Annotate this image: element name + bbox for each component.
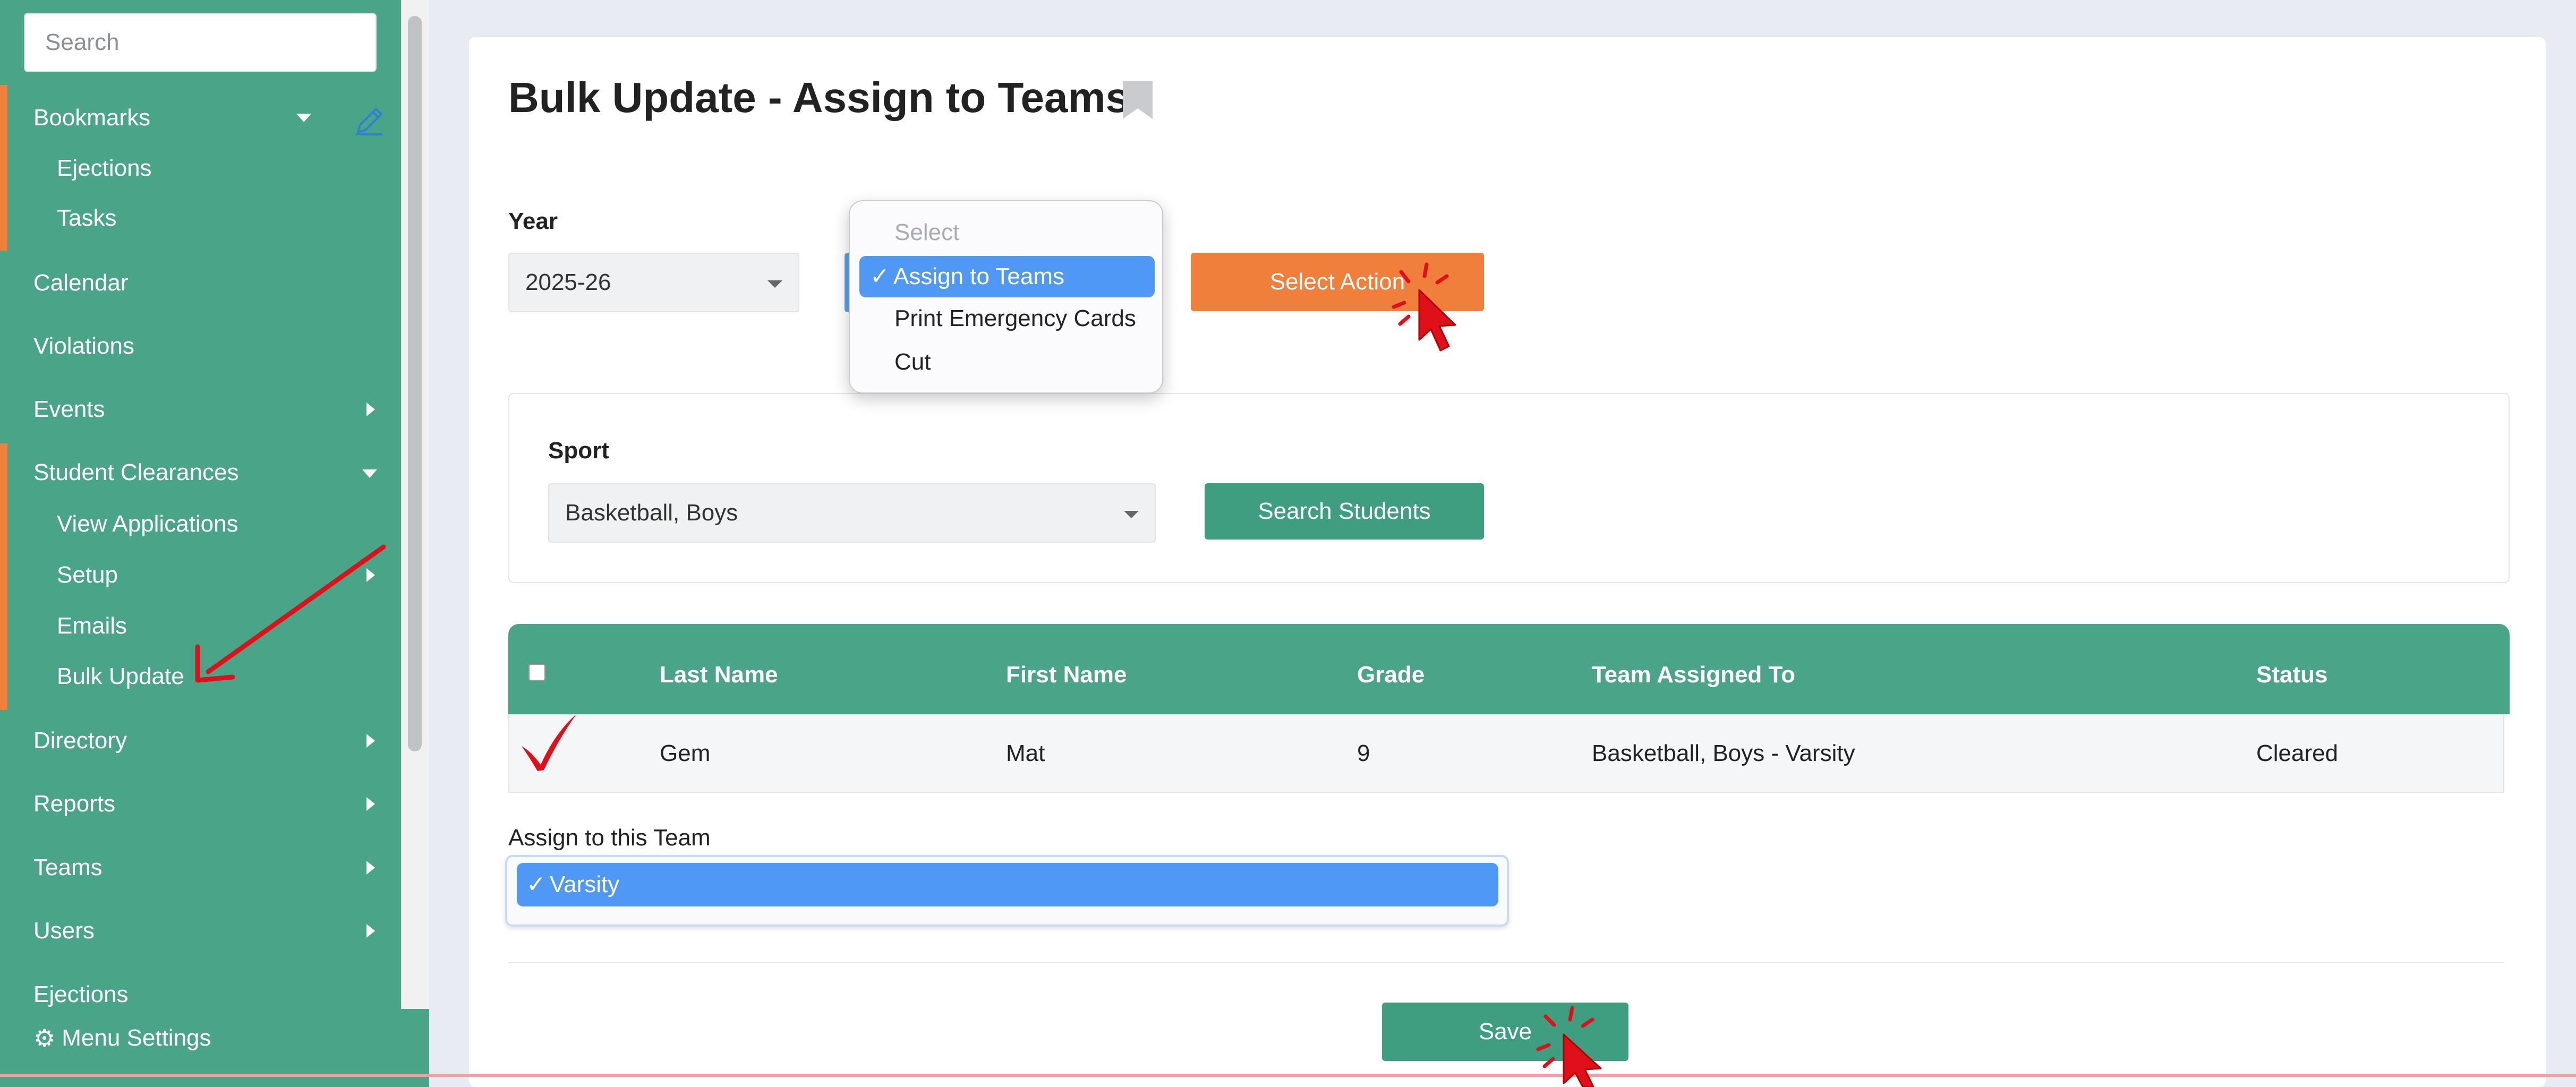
student-clearances-accent-bar [0,443,7,710]
cell-last-name: Gem [660,740,711,766]
save-button[interactable]: Save [1382,1003,1628,1061]
sidebar-item-violations[interactable]: Violations [33,330,134,362]
bottom-edge-line [0,1074,2576,1077]
sidebar-item-tasks[interactable]: Tasks [57,202,116,234]
sidebar-item-events[interactable]: Events [33,393,105,425]
action-dropdown-menu: Select ✓ Assign to Teams Print Emergency … [849,200,1163,393]
sidebar-item-bookmarks[interactable]: Bookmarks [33,102,150,134]
cell-first-name: Mat [1006,740,1045,766]
gear-icon: ⚙ [33,1024,56,1052]
checkmark-icon: ✓ [870,263,890,289]
column-header-grade[interactable]: Grade [1357,662,1425,688]
chevron-right-icon[interactable] [366,861,375,875]
assign-team-option-label: Varsity [550,871,620,897]
search-students-button[interactable]: Search Students [1205,483,1484,540]
year-label: Year [508,208,558,234]
cell-status: Cleared [2256,740,2339,766]
sport-select[interactable]: Basketball, Boys [548,483,1156,543]
sidebar: Search Bookmarks Ejections Tasks Calenda… [0,0,429,1087]
bookmarks-accent-bar [0,85,7,251]
column-header-last-name[interactable]: Last Name [660,662,778,688]
sidebar-item-student-clearances[interactable]: Student Clearances [33,457,238,489]
action-option-print-emergency-cards[interactable]: Print Emergency Cards [894,305,1136,332]
year-select[interactable]: 2025-26 [508,253,799,312]
assign-team-label: Assign to this Team [508,825,711,851]
pencil-icon[interactable] [351,102,388,140]
chevron-down-icon[interactable] [362,469,377,478]
select-action-button[interactable]: Select Action [1191,253,1484,311]
menu-settings-label: Menu Settings [62,1025,211,1051]
chevron-down-icon [1124,511,1139,518]
sidebar-item-emails[interactable]: Emails [57,610,127,642]
chevron-right-icon[interactable] [366,568,375,582]
action-option-assign-to-teams[interactable]: ✓ Assign to Teams [859,256,1155,297]
sidebar-item-reports[interactable]: Reports [33,788,115,820]
table-header [508,624,2510,714]
cell-team: Basketball, Boys - Varsity [1592,740,1855,766]
sidebar-item-ejections[interactable]: Ejections [33,979,129,1011]
sidebar-item-bulk-update[interactable]: Bulk Update [57,661,184,692]
chevron-down-icon[interactable] [296,114,311,122]
cell-grade: 9 [1357,740,1370,766]
sidebar-item-view-applications[interactable]: View Applications [57,508,238,540]
chevron-down-icon [767,280,782,288]
column-header-team-assigned-to[interactable]: Team Assigned To [1592,662,1795,688]
action-option-select: Select [894,219,960,245]
chevron-right-icon[interactable] [366,924,375,938]
bookmark-icon[interactable] [1121,79,1155,121]
select-all-checkbox[interactable] [528,664,545,681]
action-option-label: Assign to Teams [893,263,1065,289]
page-title: Bulk Update - Assign to Teams [508,74,1130,121]
menu-settings-button[interactable]: ⚙ Menu Settings [33,1025,211,1051]
action-option-cut[interactable]: Cut [894,349,931,375]
sidebar-search-input[interactable]: Search [24,13,377,72]
year-select-value: 2025-26 [525,269,611,295]
checkmark-icon: ✓ [526,871,546,897]
column-header-status[interactable]: Status [2256,662,2327,688]
sidebar-scrollbar-thumb[interactable] [408,16,422,751]
sport-select-value: Basketball, Boys [565,500,738,526]
sidebar-item-directory[interactable]: Directory [33,725,127,757]
sidebar-item-setup[interactable]: Setup [57,559,118,591]
sidebar-item-teams[interactable]: Teams [33,852,103,884]
sidebar-item-bookmark-ejections[interactable]: Ejections [57,152,152,184]
sidebar-item-users[interactable]: Users [33,915,95,947]
sport-label: Sport [548,438,609,464]
chevron-right-icon[interactable] [366,797,375,811]
divider [508,962,2504,963]
column-header-first-name[interactable]: First Name [1006,662,1127,688]
sidebar-item-calendar[interactable]: Calendar [33,267,129,299]
chevron-right-icon[interactable] [366,734,375,748]
chevron-right-icon[interactable] [366,403,375,416]
assign-team-option-selected[interactable]: ✓ Varsity [517,863,1498,906]
table-row[interactable] [508,714,2504,793]
